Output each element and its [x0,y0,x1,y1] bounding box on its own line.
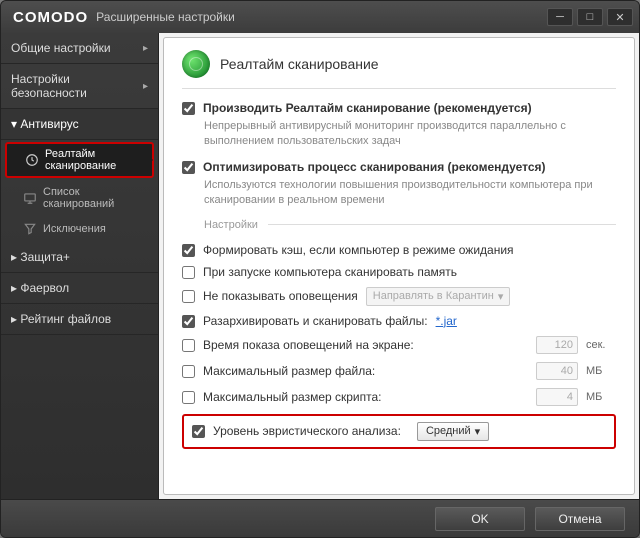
radar-icon [182,50,210,78]
sidebar-item-label: Рейтинг файлов [20,312,111,326]
option-scan-archives: Разархивировать и сканировать файлы: *.j… [182,314,616,328]
ok-button[interactable]: OK [435,507,525,531]
sidebar-item-realtime-scan[interactable]: Реалтайм сканирование [5,142,154,178]
sidebar-item-file-rating[interactable]: ▸ Рейтинг файлов [1,304,158,335]
option-max-file: Максимальный размер файла: МБ [182,362,616,380]
chevron-right-icon: ▸ [143,81,148,92]
option-hide-alerts: Не показывать оповещения Направлять в Ка… [182,287,616,306]
scan-archives-label: Разархивировать и сканировать файлы: [203,314,428,328]
option-cache: Формировать кэш, если компьютер в режиме… [182,243,616,257]
sidebar-item-antivirus[interactable]: ▾ Антивирус [1,109,158,140]
scan-archives-checkbox[interactable] [182,315,195,328]
chevron-down-icon: ▾ [475,425,481,438]
hide-alerts-checkbox[interactable] [182,290,195,303]
jar-extensions-link[interactable]: *.jar [436,314,457,328]
sidebar-item-firewall[interactable]: ▸ Фаервол [1,273,158,304]
sidebar-item-exclusions[interactable]: Исключения [1,216,158,242]
realtime-checkbox[interactable] [182,102,195,115]
heuristic-label: Уровень эвристического анализа: [213,424,401,438]
panel-header: Реалтайм сканирование [182,50,616,89]
option-alert-time: Время показа оповещений на экране: сек. [182,336,616,354]
max-file-unit: МБ [586,365,616,377]
optimize-desc: Используются технологии повышения произв… [204,178,616,209]
sidebar-item-label: Настройки безопасности [11,72,143,100]
window-body: Общие настройки ▸ Настройки безопасности… [1,33,639,499]
max-file-label: Максимальный размер файла: [203,364,375,378]
realtime-desc: Непрерывный антивирусный мониторинг прои… [204,119,616,150]
quarantine-action-dropdown: Направлять в Карантин ▾ [366,287,511,306]
cancel-button[interactable]: Отмена [535,507,625,531]
panel-title: Реалтайм сканирование [220,56,379,72]
sidebar-item-general[interactable]: Общие настройки ▸ [1,33,158,64]
sidebar-item-label: Защита+ [20,250,70,264]
optimize-label: Оптимизировать процесс сканирования (рек… [203,160,546,174]
sidebar-item-label: Реалтайм сканирование [45,148,148,172]
sidebar-item-label: Исключения [43,223,106,235]
settings-separator: Настройки [204,219,616,231]
option-heuristic: Уровень эвристического анализа: Средний … [182,414,616,449]
close-button[interactable]: ✕ [607,8,633,26]
window-title: Расширенные настройки [96,10,235,24]
sidebar-item-label: Фаервол [20,281,69,295]
option-max-script: Максимальный размер скрипта: МБ [182,388,616,406]
sidebar: Общие настройки ▸ Настройки безопасности… [1,33,159,499]
scan-memory-checkbox[interactable] [182,266,195,279]
dialog-footer: OK Отмена [1,499,639,537]
optimize-checkbox[interactable] [182,161,195,174]
max-script-checkbox[interactable] [182,391,195,404]
titlebar: COMODO Расширенные настройки ─ □ ✕ [1,1,639,33]
hide-alerts-label: Не показывать оповещения [203,289,358,303]
sidebar-item-label: Антивирус [20,117,78,131]
clock-icon [25,153,39,167]
cache-checkbox[interactable] [182,244,195,257]
settings-window: COMODO Расширенные настройки ─ □ ✕ Общие… [0,0,640,538]
max-file-input [536,362,578,380]
alert-time-label: Время показа оповещений на экране: [203,338,414,352]
option-optimize: Оптимизировать процесс сканирования (рек… [182,160,616,209]
sidebar-item-label: Общие настройки [11,41,111,55]
window-controls: ─ □ ✕ [547,8,633,26]
funnel-icon [23,222,37,236]
sidebar-item-security[interactable]: Настройки безопасности ▸ [1,64,158,109]
app-logo: COMODO [13,9,88,26]
max-script-label: Максимальный размер скрипта: [203,390,382,404]
sidebar-item-label: Список сканирований [43,186,152,210]
maximize-button[interactable]: □ [577,8,603,26]
heuristic-checkbox[interactable] [192,425,205,438]
chevron-right-icon: ▸ [143,43,148,54]
realtime-label: Производить Реалтайм сканирование (реком… [203,101,532,115]
option-realtime: Производить Реалтайм сканирование (реком… [182,101,616,150]
sidebar-item-scan-list[interactable]: Список сканирований [1,180,158,216]
option-scan-memory: При запуске компьютера сканировать памят… [182,265,616,279]
content-panel: Реалтайм сканирование Производить Реалта… [163,37,635,495]
settings-label: Настройки [204,219,258,231]
max-script-input [536,388,578,406]
chevron-down-icon: ▾ [498,290,504,303]
heuristic-level-dropdown[interactable]: Средний ▾ [417,422,489,441]
alert-time-checkbox[interactable] [182,339,195,352]
alert-time-unit: сек. [586,339,616,351]
scan-memory-label: При запуске компьютера сканировать памят… [203,265,457,279]
sidebar-item-defense-plus[interactable]: ▸ Защита+ [1,242,158,273]
alert-time-input [536,336,578,354]
max-script-unit: МБ [586,391,616,403]
minimize-button[interactable]: ─ [547,8,573,26]
max-file-checkbox[interactable] [182,365,195,378]
cache-label: Формировать кэш, если компьютер в режиме… [203,243,514,257]
monitor-icon [23,191,37,205]
